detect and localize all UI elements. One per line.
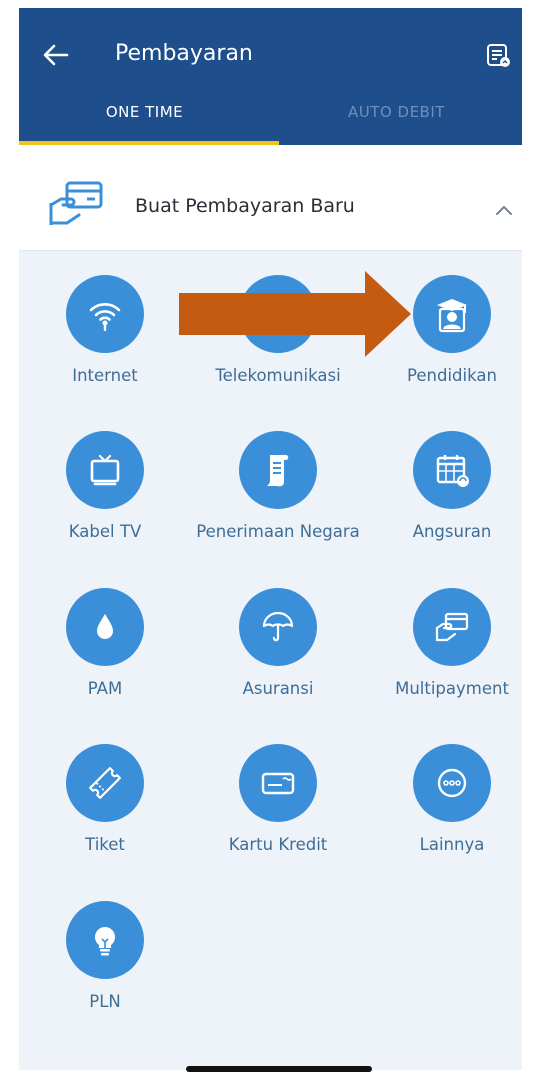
category-kartu-kredit[interactable]: Kartu Kredit [193,720,363,860]
page-title: Pembayaran [115,41,253,66]
category-pam[interactable]: PAM [20,564,190,704]
category-label: Penerimaan Negara [196,522,360,541]
category-label: Telekomunikasi [215,366,341,385]
calendar-icon [436,455,469,487]
category-internet[interactable]: Internet [20,251,190,391]
tab-auto-debit[interactable]: AUTO DEBIT [271,100,522,145]
annotation-arrow [179,271,411,357]
chevron-up-icon [496,206,512,215]
app-bar: Pembayaran [19,8,522,100]
category-label: Angsuran [412,522,492,541]
category-label: Pendidikan [407,366,497,385]
more-dots-icon [437,768,467,798]
category-asuransi[interactable]: Asuransi [193,564,363,704]
back-arrow-icon [43,44,69,66]
category-label: Asuransi [242,679,314,698]
new-payment-section-header[interactable]: Buat Pembayaran Baru [19,145,522,251]
back-button[interactable] [39,38,73,72]
payment-history-icon [487,44,510,67]
graduate-icon [437,299,467,333]
section-title: Buat Pembayaran Baru [135,195,355,217]
tab-one-time[interactable]: ONE TIME [19,100,270,145]
category-label: Kabel TV [68,522,142,541]
category-pln[interactable]: PLN [20,877,190,1017]
tv-icon [90,454,120,486]
water-drop-icon [97,614,113,639]
category-label: PAM [87,679,123,698]
collapse-button[interactable] [493,199,515,221]
category-angsuran[interactable]: Angsuran [367,407,522,547]
ticket-icon [89,767,121,799]
category-label: Lainnya [419,835,485,854]
category-label: Kartu Kredit [228,835,328,854]
category-label: Tiket [85,835,125,854]
wifi-icon [89,303,121,331]
umbrella-icon [262,611,294,642]
home-indicator [186,1066,372,1072]
tab-bar: ONE TIME AUTO DEBIT [19,100,522,145]
document-scroll-icon [267,455,289,487]
category-kabel-tv[interactable]: Kabel TV [20,407,190,547]
card-payment-icon [49,181,103,225]
category-multipayment[interactable]: Multipayment [367,564,522,704]
screen: Pembayaran ONE TIME AUTO DEBIT Buat Pemb… [19,8,522,1070]
card-hand-icon [435,612,469,642]
category-label: Multipayment [395,679,509,698]
category-tiket[interactable]: Tiket [20,720,190,860]
payment-history-button[interactable] [481,38,515,72]
credit-card-icon [261,772,295,795]
category-lainnya[interactable]: Lainnya [367,720,522,860]
category-penerimaan-negara[interactable]: Penerimaan Negara [193,407,363,547]
category-label: Internet [72,366,138,385]
light-bulb-icon [95,927,115,956]
category-label: PLN [89,992,121,1011]
